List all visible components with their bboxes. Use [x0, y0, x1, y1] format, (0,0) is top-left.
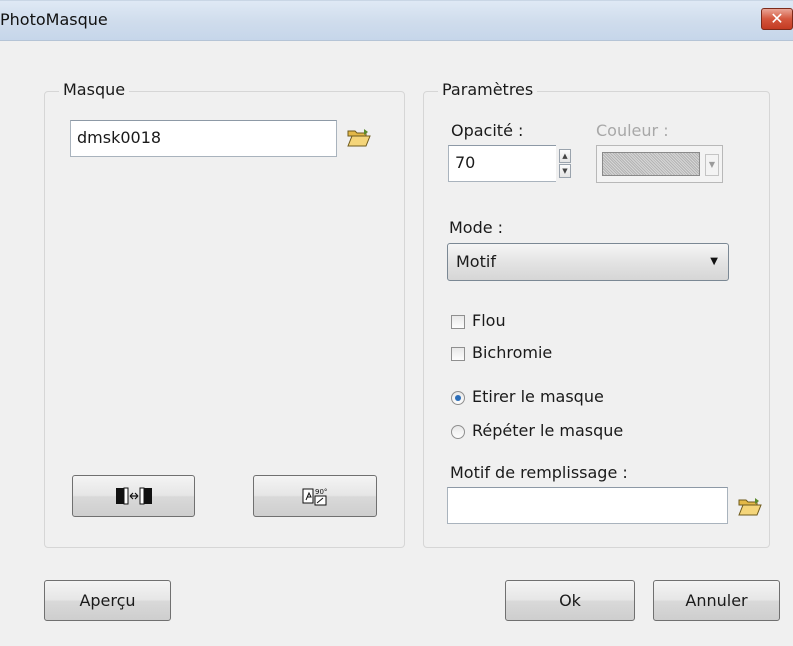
repeter-label[interactable]: Répéter le masque [472, 421, 623, 440]
chevron-down-icon: ▼ [705, 154, 719, 176]
bichromie-checkbox[interactable] [451, 347, 465, 361]
flip-button[interactable] [72, 475, 195, 517]
etirer-label[interactable]: Etirer le masque [472, 387, 604, 406]
dropdown-arrow-icon: ▼ [710, 256, 718, 267]
rotate-button[interactable]: 90° [253, 475, 377, 517]
ok-button[interactable]: Ok [505, 580, 635, 621]
mask-file-input[interactable]: dmsk0018 [70, 120, 337, 157]
mode-selected-value: Motif [456, 252, 496, 271]
flip-horizontal-icon [115, 487, 152, 505]
repeter-radio[interactable] [451, 425, 465, 439]
photomasque-dialog: PhotoMasque ✕ Masque dmsk0018 90° Paramè… [0, 0, 793, 646]
opacity-spin-down[interactable]: ▼ [559, 164, 571, 178]
opacity-input[interactable]: 70 [448, 145, 556, 182]
preview-button-label: Aperçu [79, 591, 136, 610]
color-label: Couleur : [596, 121, 669, 140]
cancel-button-label: Annuler [685, 591, 748, 610]
close-button[interactable]: ✕ [761, 8, 793, 30]
close-icon: ✕ [770, 9, 784, 28]
opacity-label: Opacité : [451, 121, 524, 140]
masque-legend: Masque [59, 80, 130, 99]
opacity-value: 70 [455, 153, 476, 172]
mode-label: Mode : [449, 218, 504, 237]
svg-text:90°: 90° [315, 488, 327, 496]
flou-label[interactable]: Flou [472, 311, 506, 330]
rotate-90-icon: 90° [302, 488, 327, 506]
flou-checkbox[interactable] [451, 315, 465, 329]
color-picker[interactable]: ▼ [596, 145, 723, 183]
cancel-button[interactable]: Annuler [653, 580, 780, 621]
radio-selected-dot [455, 395, 461, 401]
parametres-legend: Paramètres [438, 80, 538, 99]
ok-button-label: Ok [559, 591, 581, 610]
opacity-spin-up[interactable]: ▲ [559, 149, 571, 163]
color-swatch-fill [602, 152, 700, 176]
etirer-radio[interactable] [451, 391, 465, 405]
preview-button[interactable]: Aperçu [44, 580, 171, 621]
bichromie-label[interactable]: Bichromie [472, 343, 552, 362]
fill-pattern-input[interactable] [447, 487, 728, 524]
mask-file-value: dmsk0018 [77, 128, 162, 147]
mode-select[interactable]: Motif ▼ [447, 243, 729, 281]
open-folder-icon[interactable] [738, 497, 762, 517]
title-bar: PhotoMasque ✕ [0, 1, 793, 41]
window-title: PhotoMasque [0, 10, 108, 29]
fill-pattern-label: Motif de remplissage : [450, 463, 628, 482]
open-folder-icon[interactable] [347, 128, 371, 148]
